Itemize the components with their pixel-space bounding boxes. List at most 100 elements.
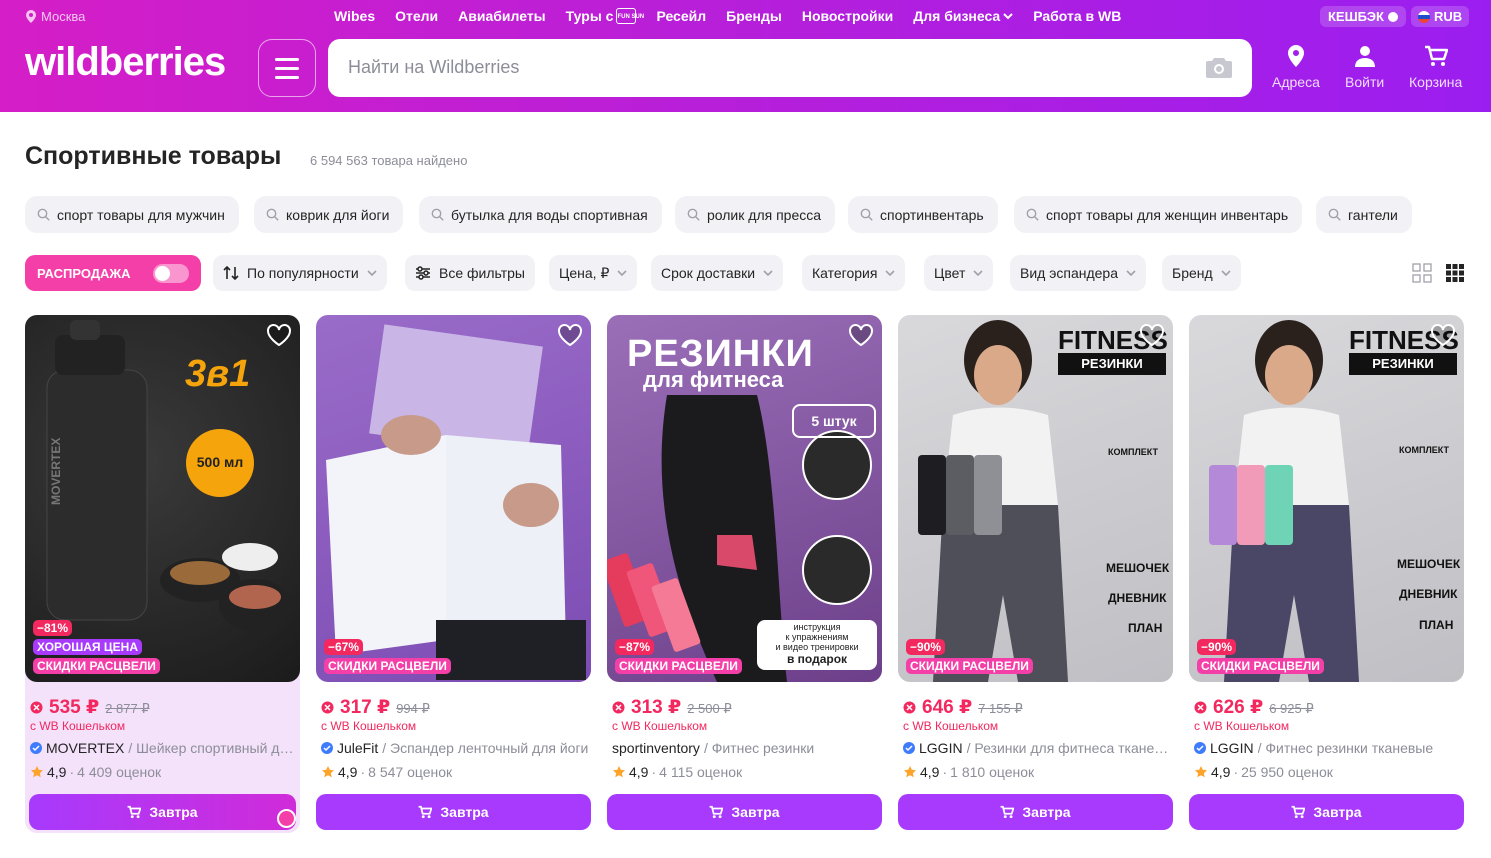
nav-brands[interactable]: Бренды (726, 8, 782, 24)
nav-tours[interactable]: Туры с FUN SUN (566, 8, 644, 24)
nav-new-buildings[interactable]: Новостройки (802, 8, 893, 24)
image-subtitle: РЕЗИНКИ (1349, 353, 1457, 375)
add-to-cart-button[interactable]: Завтра (1189, 794, 1464, 830)
product-name[interactable]: JuleFit / Эспандер ленточный для йоги (321, 740, 589, 756)
cashback-button[interactable]: КЕШБЭК (1320, 6, 1406, 27)
search-bar (328, 39, 1252, 97)
add-to-cart-button[interactable]: Завтра (898, 794, 1173, 830)
chevron-down-icon (367, 269, 377, 276)
product-name[interactable]: LGGIN / Резинки для фитнеса тканевые (903, 740, 1171, 756)
add-to-cart-button[interactable]: Завтра (607, 794, 882, 830)
verified-icon (321, 742, 333, 754)
nav-hotels[interactable]: Отели (395, 8, 438, 24)
search-icon (1026, 208, 1039, 221)
filter-label: Цена, ₽ (559, 264, 610, 281)
product-card[interactable]: −67% СКИДКИ РАСЦВЕЛИ 317 ₽ 994 ₽ с WB Ко… (316, 315, 591, 833)
filter-color[interactable]: Цвет (924, 255, 994, 291)
wallet-icon (1194, 701, 1207, 714)
product-card[interactable]: FITNESS РЕЗИНКИ КОМПЛЕКТ МЕШОЧЕК ДНЕВНИК… (1189, 315, 1464, 833)
filter-price[interactable]: Цена, ₽ (549, 255, 638, 291)
currency-selector[interactable]: RUB (1411, 6, 1470, 27)
product-card[interactable]: РЕЗИНКИ для фитнеса 5 штук инструкция к … (607, 315, 882, 833)
product-card[interactable]: FITNESS РЕЗИНКИ КОМПЛЕКТ МЕШОЧЕК ДНЕВНИК… (898, 315, 1173, 833)
suggestion-chip[interactable]: спорт товары для женщин инвентарь (1014, 196, 1303, 233)
reviews-count: 4 115 оценок (659, 764, 743, 780)
button-label: Завтра (1313, 804, 1362, 820)
rating-value: 4,9 (1211, 764, 1231, 780)
nav-jobs[interactable]: Работа в WB (1033, 8, 1121, 24)
menu-button[interactable] (258, 39, 316, 97)
button-label: Завтра (731, 804, 780, 820)
suggestion-label: спорт товары для мужчин (57, 206, 225, 223)
heart-icon[interactable] (848, 323, 874, 347)
nav-business[interactable]: Для бизнеса (913, 8, 1013, 24)
dense-grid-view-icon[interactable] (1445, 263, 1465, 283)
button-label: Завтра (1022, 804, 1071, 820)
filter-expander-type[interactable]: Вид эспандера (1010, 255, 1146, 291)
brand: sportinventory (612, 740, 700, 756)
add-to-cart-button[interactable]: Завтра (316, 794, 591, 830)
filter-label: Бренд (1172, 265, 1213, 281)
suggestion-chip[interactable]: коврик для йоги (254, 196, 404, 233)
chevron-down-icon (973, 269, 983, 276)
product-name[interactable]: MOVERTEX / Шейкер спортивный для протеин… (30, 740, 298, 756)
camera-icon[interactable] (1206, 56, 1232, 78)
search-icon (1328, 208, 1341, 221)
badges: −90% СКИДКИ РАСЦВЕЛИ (1197, 639, 1324, 674)
product-name[interactable]: sportinventory / Фитнес резинки (612, 740, 880, 756)
wallet-note: с WB Кошельком (612, 719, 708, 733)
crown-icon (277, 809, 296, 828)
discount-badge: −67% (324, 639, 364, 655)
price: 535 ₽ (49, 697, 100, 718)
nav-resale[interactable]: Ресейл (656, 8, 706, 24)
suggestion-chip[interactable]: спортинвентарь (848, 196, 998, 233)
suggestion-chip[interactable]: бутылка для воды спортивная (419, 196, 662, 233)
search-input[interactable] (348, 57, 1168, 78)
image-circle-label: 500 мл (196, 454, 244, 470)
nav-flights[interactable]: Авиабилеты (458, 8, 546, 24)
all-filters-button[interactable]: Все фильтры (405, 255, 535, 291)
addresses-button[interactable]: Адреса (1272, 44, 1320, 90)
image-line: МЕШОЧЕК (1106, 561, 1170, 575)
product-image[interactable]: 3в1 500 мл MOVERTEX −81% ХОРОШАЯ ЦЕНА СК… (25, 315, 300, 682)
product-image[interactable]: FITNESS РЕЗИНКИ КОМПЛЕКТ МЕШОЧЕК ДНЕВНИК… (898, 315, 1173, 682)
heart-icon[interactable] (266, 323, 292, 347)
filter-category[interactable]: Категория (802, 255, 906, 291)
suggestion-chip[interactable]: спорт товары для мужчин (25, 196, 239, 233)
filter-brand[interactable]: Бренд (1162, 255, 1241, 291)
logo[interactable]: wildberries (25, 40, 226, 85)
menu-icon (275, 57, 299, 61)
product-image[interactable]: FITNESS РЕЗИНКИ КОМПЛЕКТ МЕШОЧЕК ДНЕВНИК… (1189, 315, 1464, 682)
product-image[interactable]: РЕЗИНКИ для фитнеса 5 штук инструкция к … (607, 315, 882, 682)
filter-delivery[interactable]: Срок доставки (651, 255, 784, 291)
product-name[interactable]: LGGIN / Фитнес резинки тканевые (1194, 740, 1462, 756)
cart-button[interactable]: Корзина (1409, 44, 1462, 90)
location[interactable]: Москва (26, 9, 85, 24)
heart-icon[interactable] (557, 323, 583, 347)
old-price: 994 ₽ (396, 701, 430, 716)
sale-toggle[interactable]: РАСПРОДАЖА (25, 255, 201, 291)
discount-badge: −87% (615, 639, 655, 655)
cashback-label: КЕШБЭК (1328, 9, 1384, 24)
heart-icon[interactable] (1139, 323, 1165, 347)
heart-icon[interactable] (1430, 323, 1456, 347)
toggle-switch[interactable] (153, 264, 189, 283)
product-image[interactable]: −67% СКИДКИ РАСЦВЕЛИ (316, 315, 591, 682)
filters-icon (416, 266, 430, 280)
nav-wibes[interactable]: Wibes (334, 8, 375, 24)
sort-dropdown[interactable]: По популярности (213, 255, 387, 291)
add-to-cart-button[interactable]: Завтра (29, 794, 296, 830)
brand: LGGIN (919, 740, 963, 756)
grid-view-icon[interactable] (1412, 263, 1432, 283)
product-card[interactable]: 3в1 500 мл MOVERTEX −81% ХОРОШАЯ ЦЕНА СК… (25, 315, 300, 833)
cart-icon (1291, 805, 1306, 819)
search-icon (37, 208, 50, 221)
sort-label: По популярности (247, 265, 359, 281)
wallet-note: с WB Кошельком (903, 719, 999, 733)
search-icon (687, 208, 700, 221)
login-button[interactable]: Войти (1345, 44, 1384, 90)
badges: −90% СКИДКИ РАСЦВЕЛИ (906, 639, 1033, 674)
suggestion-chip[interactable]: гантели (1316, 196, 1412, 233)
suggestion-chip[interactable]: ролик для пресса (675, 196, 836, 233)
rating: 4,9 · 1 810 оценок (903, 764, 1034, 780)
